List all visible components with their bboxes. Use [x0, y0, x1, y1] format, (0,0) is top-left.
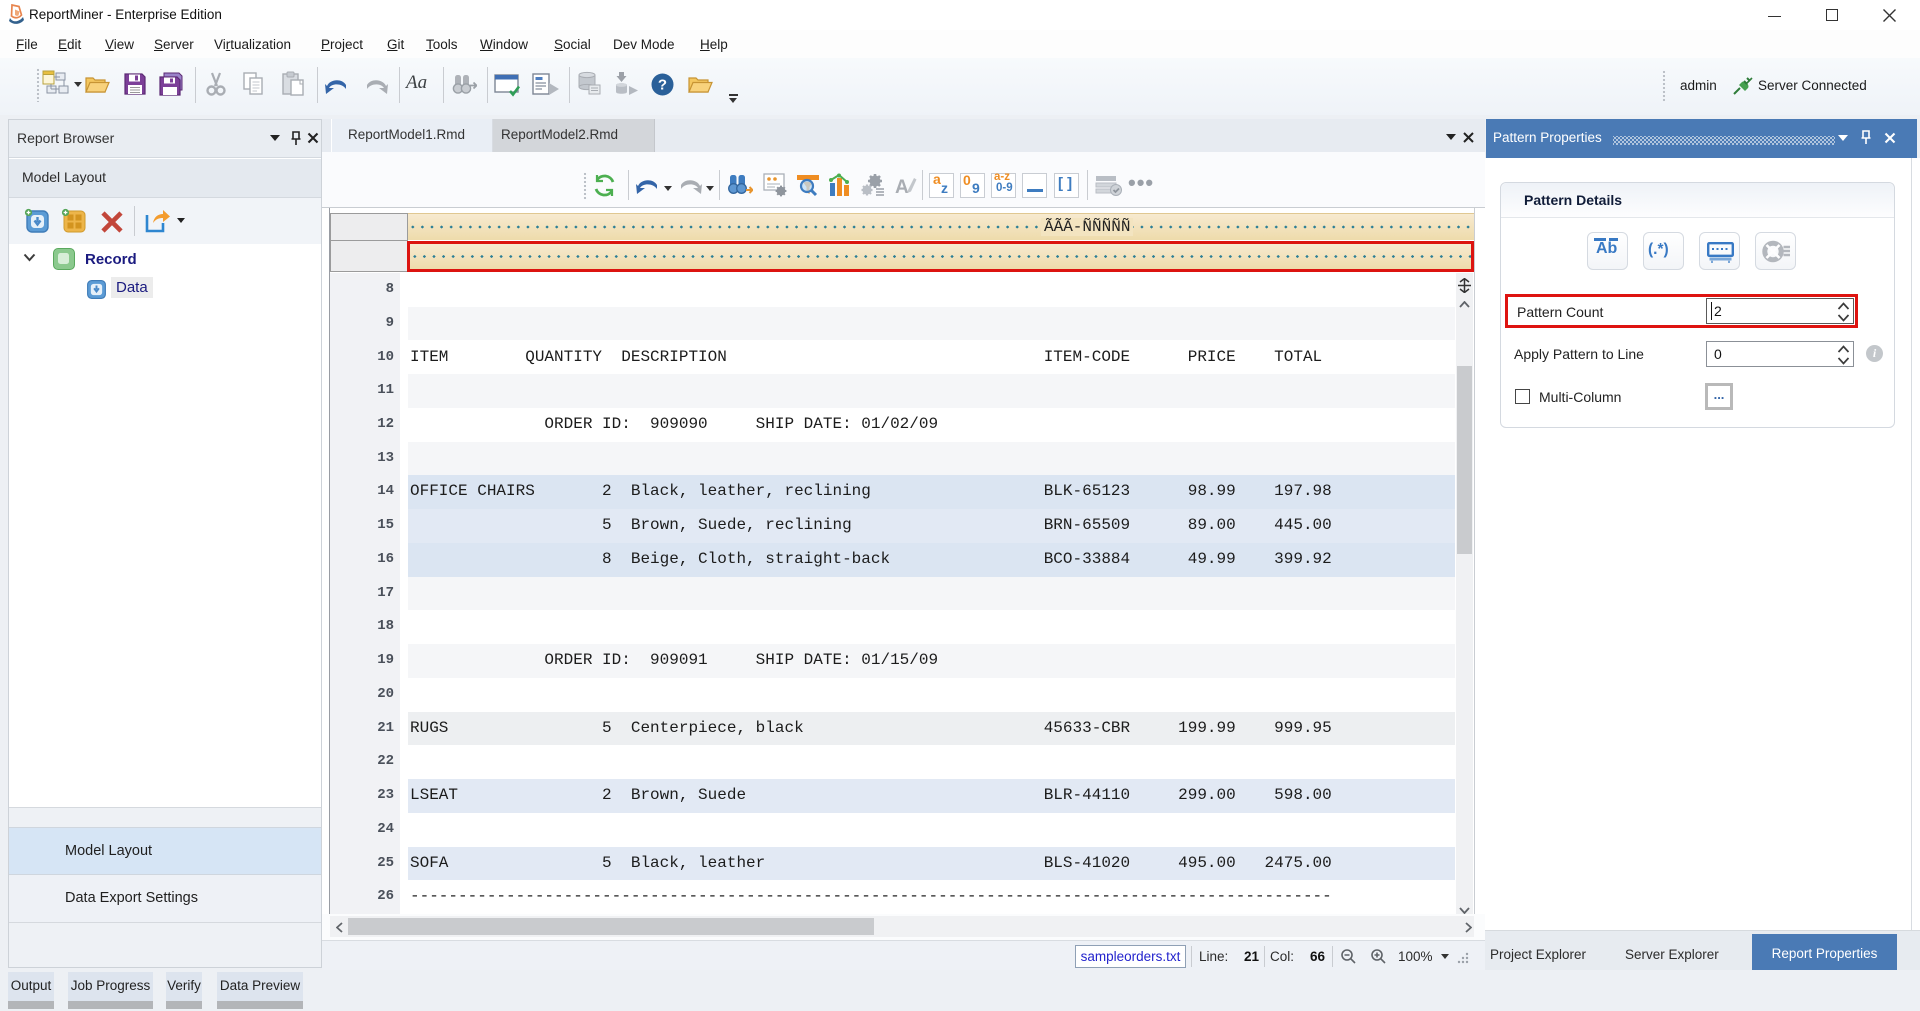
svg-text:?: ?: [658, 77, 667, 94]
svg-text:A: A: [895, 177, 909, 198]
